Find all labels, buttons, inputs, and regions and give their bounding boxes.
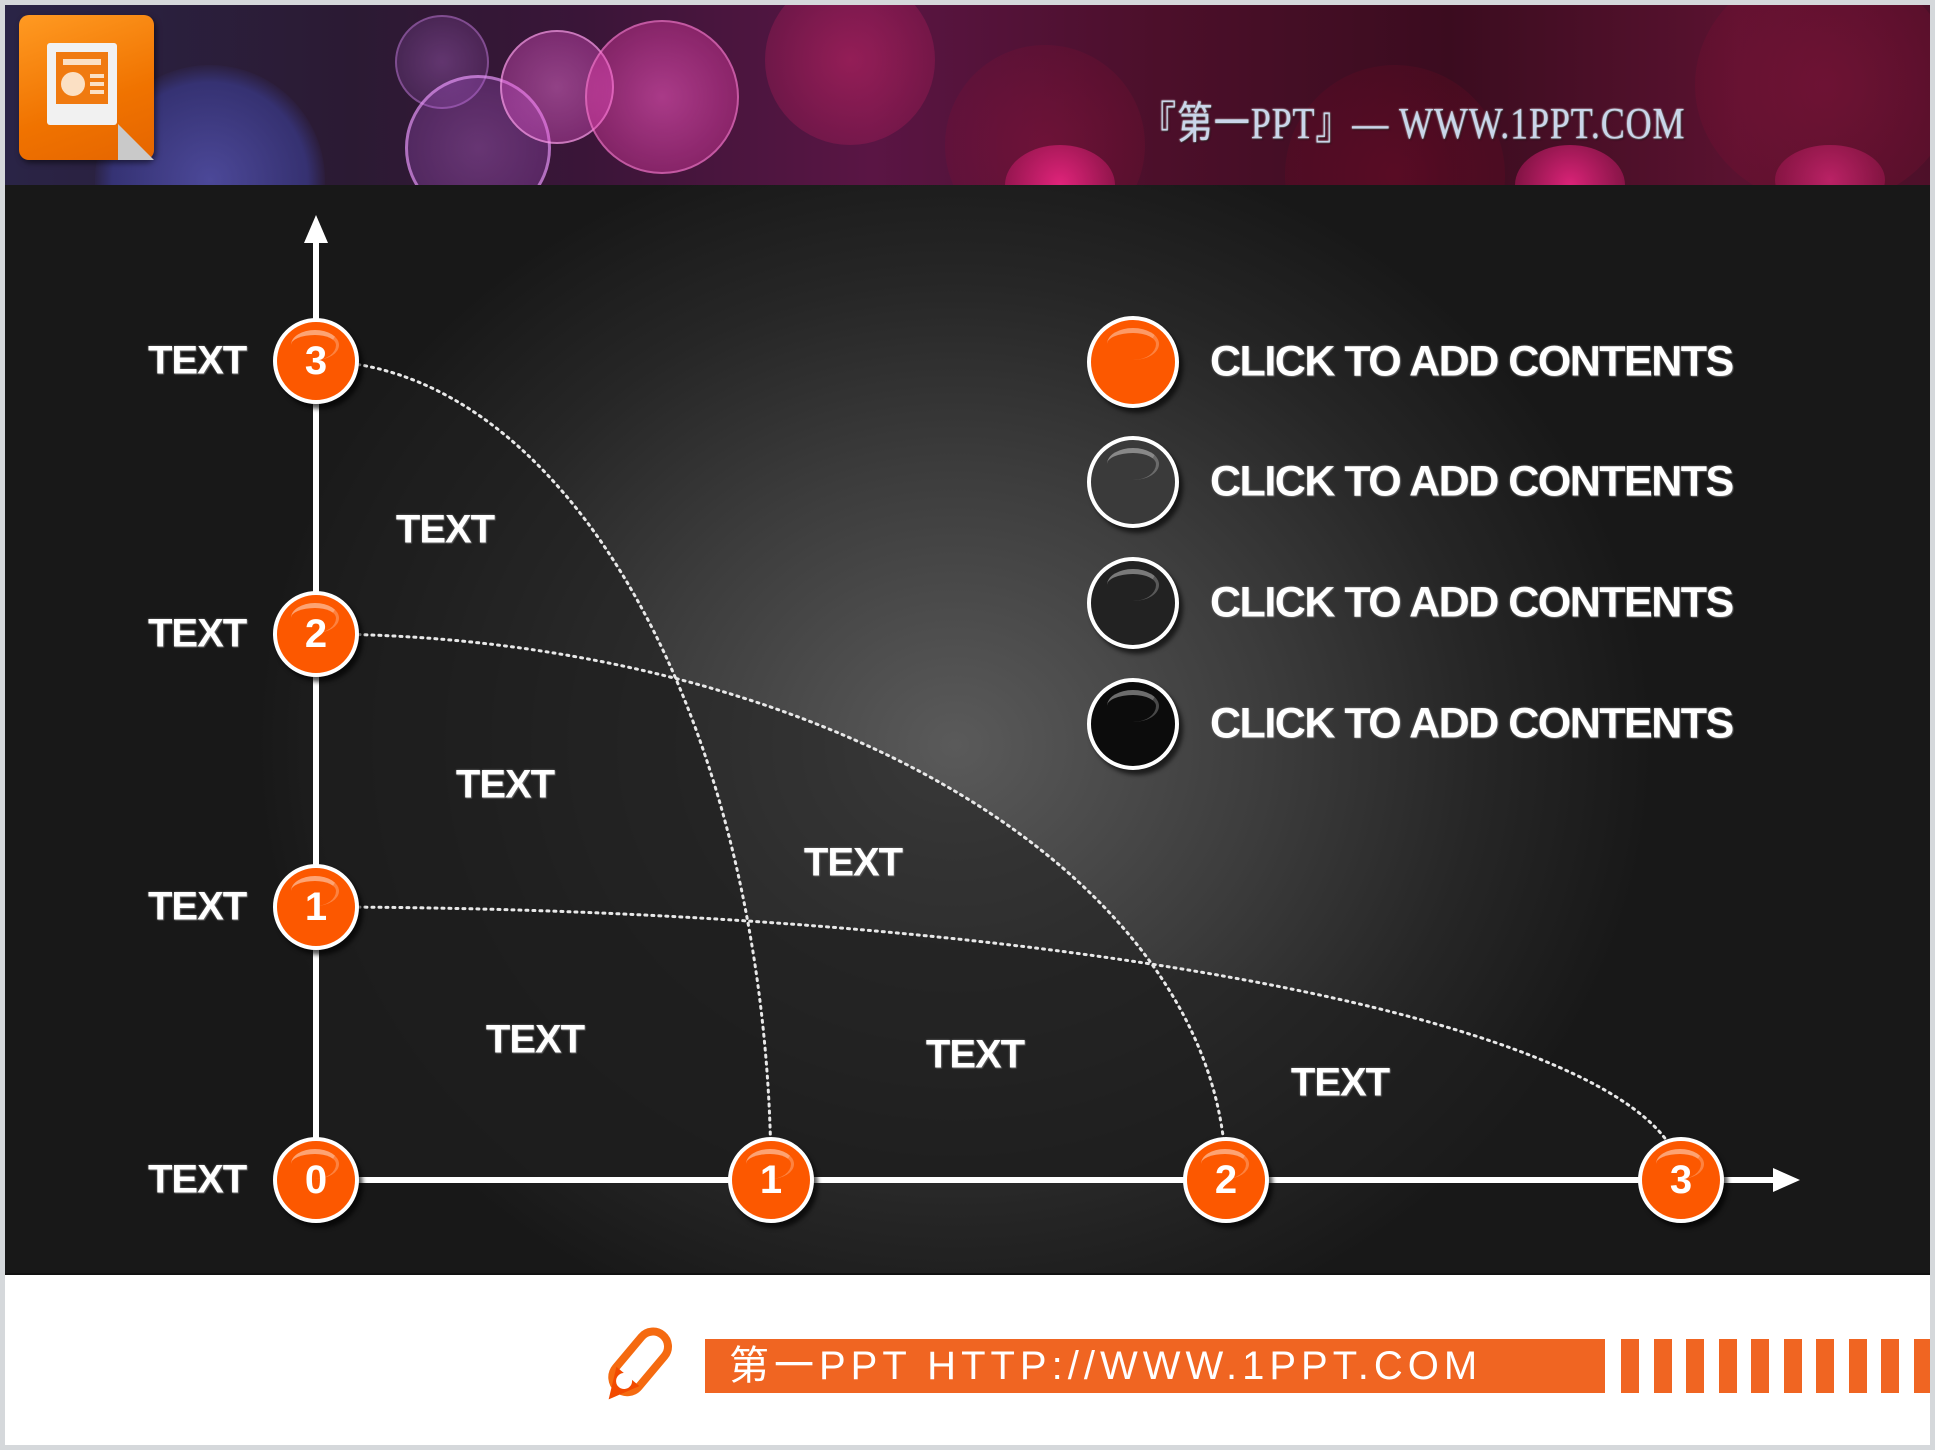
y-axis-node: 3 <box>273 318 359 404</box>
y-axis-label: TEXT <box>148 338 247 383</box>
y-axis-label: TEXT <box>148 884 247 929</box>
node-number: 2 <box>1214 1157 1238 1202</box>
region-label: TEXT <box>395 507 495 552</box>
region-label: TEXT <box>455 762 555 807</box>
region-label: TEXT <box>485 1017 585 1062</box>
bokeh-bubble <box>765 5 935 145</box>
footer-stripe <box>1621 1339 1639 1393</box>
header-title: 『第一PPT』— WWW.1PPT.COM <box>1140 99 1686 148</box>
y-axis-node: 0 <box>273 1137 359 1223</box>
header-banner: 『第一PPT』— WWW.1PPT.COM <box>5 5 1930 185</box>
footer-stripe <box>1751 1339 1769 1393</box>
y-axis-arrow-icon <box>304 215 328 243</box>
footer-stripe <box>1913 1339 1930 1393</box>
node-number: 3 <box>304 338 328 383</box>
legend-item-text: CLICK TO ADD CONTENTS <box>1210 578 1734 627</box>
bokeh-bubble <box>1515 145 1625 185</box>
pencil-icon <box>608 1327 672 1400</box>
footer-stripe <box>1686 1339 1704 1393</box>
footer-stripe <box>1816 1339 1834 1393</box>
node-number: 3 <box>1669 1157 1693 1202</box>
legend-item-text: CLICK TO ADD CONTENTS <box>1210 699 1734 748</box>
footer-stripe <box>1653 1339 1672 1393</box>
legend-marker <box>1087 436 1179 528</box>
region-label: TEXT <box>803 840 903 885</box>
node-number: 2 <box>304 611 328 656</box>
legend-marker <box>1087 678 1179 770</box>
x-axis-arrow-icon <box>1773 1168 1800 1192</box>
x-axis-node: 3 <box>1638 1137 1724 1223</box>
bokeh-bubble <box>585 20 739 174</box>
y-axis-node: 1 <box>273 864 359 950</box>
region-label: TEXT <box>925 1032 1025 1077</box>
footer-stripe <box>1718 1339 1737 1393</box>
bokeh-bubble <box>1695 5 1930 185</box>
footer-stripe <box>1881 1339 1899 1393</box>
node-number: 0 <box>304 1157 328 1202</box>
node-number: 1 <box>759 1157 783 1202</box>
y-axis-label: TEXT <box>148 1157 247 1202</box>
y-axis-node: 2 <box>273 591 359 677</box>
legend-item-text: CLICK TO ADD CONTENTS <box>1210 337 1734 386</box>
x-axis-node: 1 <box>728 1137 814 1223</box>
slide: 『第一PPT』— WWW.1PPT.COM 0 TEXT 1 TEXT 2 TEXT 3 TE… <box>5 5 1930 1445</box>
y-axis-label: TEXT <box>148 611 247 656</box>
region-label: TEXT <box>1290 1060 1390 1105</box>
legend-marker <box>1087 316 1179 408</box>
legend-marker <box>1087 557 1179 649</box>
node-number: 1 <box>304 884 328 929</box>
footer-stripe <box>1848 1339 1867 1393</box>
x-axis-node: 2 <box>1183 1137 1269 1223</box>
powerpoint-file-icon <box>19 15 154 160</box>
legend-item-text: CLICK TO ADD CONTENTS <box>1210 457 1734 506</box>
footer-stripe <box>1783 1339 1802 1393</box>
footer-url-bar: 第一PPT HTTP://WWW.1PPT.COM <box>705 1339 1605 1393</box>
diagram-panel: 0 TEXT 1 TEXT 2 TEXT 3 TEXT 1 2 3 TEXT TEXT TEXT TEXT T… <box>5 185 1930 1273</box>
